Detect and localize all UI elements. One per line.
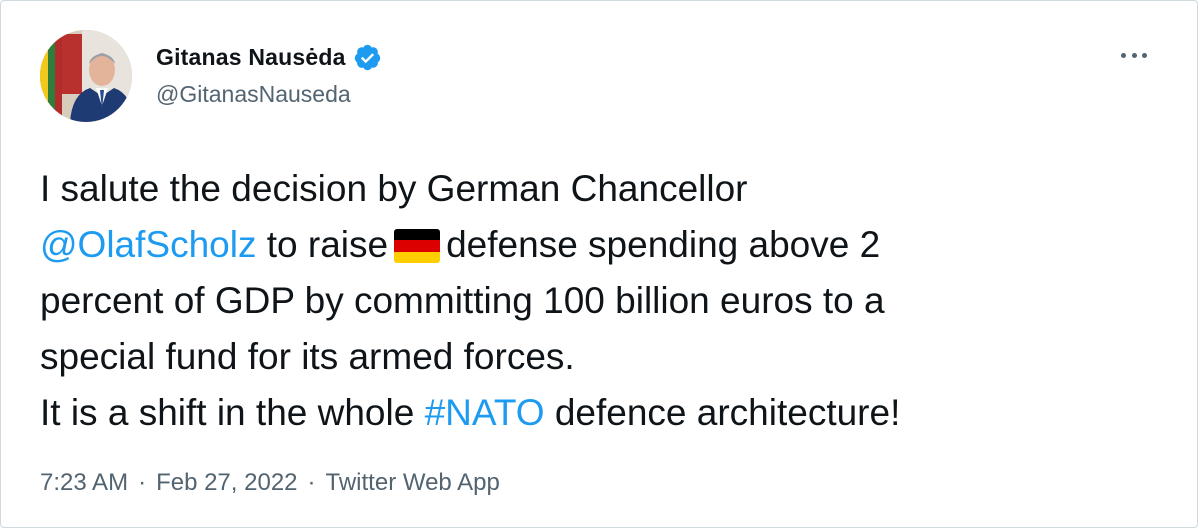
author-display-name[interactable]: Gitanas Nausėda (156, 44, 346, 71)
tweet-text-segment: defence architecture! (544, 392, 901, 433)
more-dot (1121, 52, 1126, 58)
tweet-text: I salute the decision by German Chancell… (40, 161, 1160, 441)
more-dot (1142, 52, 1147, 58)
tweet-line-5: It is a shift in the whole #NATO defence… (40, 385, 1160, 441)
tweet-line-2: @OlafScholz to raise defense spending abo… (40, 217, 1160, 273)
tweet-text-segment: to raise (256, 224, 389, 265)
avatar-image (40, 30, 132, 122)
tweet-line-4: special fund for its armed forces. (40, 336, 575, 377)
tweet-card: Gitanas Nausėda @GitanasNauseda I salute… (0, 0, 1198, 528)
more-dot (1131, 52, 1137, 58)
hashtag-link[interactable]: #NATO (425, 392, 545, 433)
mention-link[interactable]: @OlafScholz (40, 224, 256, 265)
profile-avatar[interactable] (40, 30, 132, 122)
meta-separator: · (307, 469, 316, 496)
tweet-date-link[interactable]: Feb 27, 2022 (156, 469, 297, 497)
author-name-row: Gitanas Nausėda (156, 41, 382, 73)
tweet-source-link[interactable]: Twitter Web App (326, 469, 500, 497)
verified-badge-icon (353, 43, 382, 72)
tweet-time-link[interactable]: 7:23 AM (40, 469, 128, 497)
author-handle[interactable]: @GitanasNauseda (156, 81, 382, 108)
germany-flag-emoji (394, 229, 441, 263)
tweet-metadata: 7:23 AM · Feb 27, 2022 · Twitter Web App (40, 469, 500, 497)
tweet-text-segment: defense spending above 2 (446, 224, 881, 265)
author-block: Gitanas Nausėda @GitanasNauseda (156, 41, 382, 108)
meta-separator: · (138, 469, 147, 496)
tweet-text-segment: It is a shift in the whole (40, 392, 425, 433)
tweet-line-3: percent of GDP by committing 100 billion… (40, 280, 885, 321)
more-options-icon[interactable] (1121, 43, 1147, 67)
tweet-line-1: I salute the decision by German Chancell… (40, 168, 748, 209)
